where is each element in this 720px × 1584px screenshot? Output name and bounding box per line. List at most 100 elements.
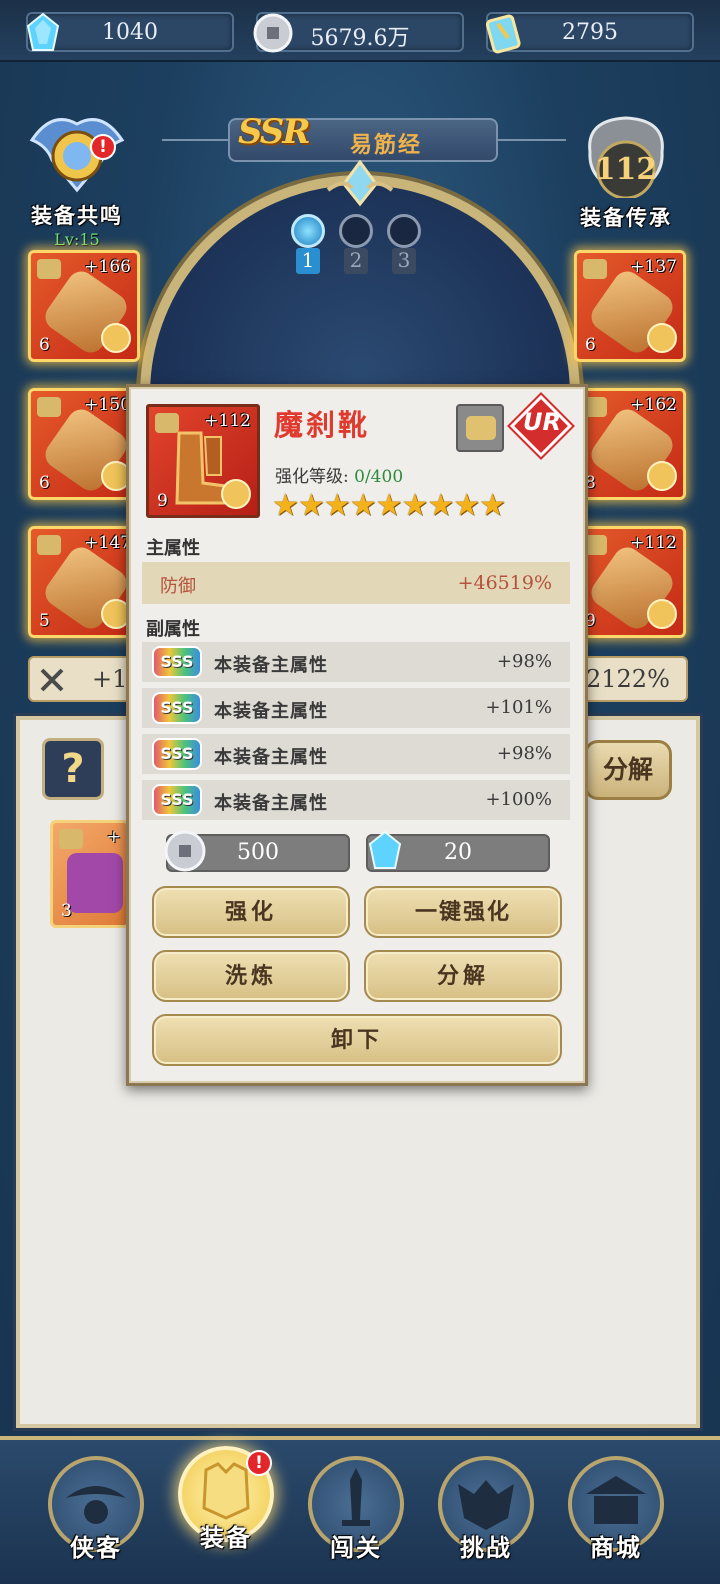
lock-toggle-button[interactable] [456, 404, 504, 452]
swirl-icon [101, 323, 131, 353]
sub-attr-value: +98% [496, 651, 552, 672]
sub-attr-name: 本装备主属性 [214, 793, 328, 814]
sub-attr-row: SSS 本装备主属性 +98% [142, 734, 570, 774]
skill-title: 易筋经 [350, 132, 423, 158]
sss-badge-icon: SSS [152, 738, 202, 770]
sub-attr-value: +100% [485, 789, 552, 810]
equip-star-level: 6 [39, 473, 50, 493]
crystal-counter[interactable]: 1040 [26, 12, 234, 52]
inventory-item-plus: + [106, 827, 121, 847]
equip-slot-armor[interactable]: +162 8 [574, 388, 686, 500]
enhance-level: 强化等级: 0/400 [275, 462, 403, 487]
game-screen: 1040 5679.6万 2795 ! 装备共鸣 Lv:15 112 装备传承 … [0, 0, 720, 1584]
sub-attr-name: 本装备主属性 [214, 655, 328, 676]
rank-badge-text: UR [523, 408, 561, 436]
equip-plus: +162 [630, 395, 677, 415]
inherit-value: 112 [594, 152, 658, 187]
lock-icon [466, 416, 496, 440]
swirl-icon [221, 479, 251, 509]
inventory-item[interactable]: + 3 [50, 820, 130, 928]
swirl-icon [647, 461, 677, 491]
rarity-badge: SSR [238, 112, 311, 152]
sub-attr-row: SSS 本装备主属性 +100% [142, 780, 570, 820]
enhance-button[interactable]: 强化 [152, 886, 350, 938]
scroll-value: 2795 [562, 20, 618, 45]
decompose-button[interactable]: 分解 [364, 950, 562, 1002]
equip-slot-necklace[interactable]: +150 6 [28, 388, 140, 500]
equip-slot-weapon[interactable]: +166 6 [28, 250, 140, 362]
equip-star-level: 6 [585, 335, 596, 355]
attack-stat-value: +1 [92, 665, 128, 693]
slot-tab-1-label: 1 [296, 248, 320, 274]
lock-icon [583, 259, 607, 279]
equip-plus: +166 [84, 257, 131, 277]
crossed-swords-icon [40, 668, 64, 692]
equip-star-level: 5 [39, 611, 50, 631]
sub-attr-name: 本装备主属性 [214, 747, 328, 768]
lock-icon [59, 829, 83, 849]
inherit-label: 装备传承 [580, 205, 672, 230]
equip-slot-bracer[interactable]: +137 6 [574, 250, 686, 362]
nav-heroes-label: 侠客 [70, 1533, 122, 1562]
purple-boots-icon [67, 853, 123, 913]
one-click-enhance-button[interactable]: 一键强化 [364, 886, 562, 938]
sub-attr-title: 副属性 [146, 619, 200, 640]
inventory-item-level: 3 [61, 901, 72, 921]
coin-counter[interactable]: 5679.6万 [253, 12, 464, 53]
main-attr-row: 防御 +46519% [142, 562, 570, 604]
equip-resonance-button[interactable]: ! 装备共鸣 Lv:15 [22, 110, 132, 249]
resonance-emblem-icon [29, 118, 125, 193]
help-button[interactable]: ? [42, 738, 104, 800]
slot-tab-3[interactable] [387, 214, 421, 248]
nav-equipment-label: 装备 [200, 1523, 252, 1552]
sss-badge-icon: SSS [152, 646, 202, 678]
equip-plus: +137 [630, 257, 677, 277]
unequip-button[interactable]: 卸下 [152, 1014, 562, 1066]
equipment-alert-badge: ! [246, 1450, 272, 1476]
coin-icon [164, 830, 206, 872]
star-rating: ★★★★★★★★★ [272, 488, 506, 523]
equip-plus: +150 [84, 395, 131, 415]
slot-tab-1[interactable] [291, 214, 325, 248]
equip-plus: +112 [630, 533, 677, 553]
equip-name: 魔刹靴 [274, 408, 371, 442]
slot-tab-2[interactable] [339, 214, 373, 248]
nav-shop-label: 商城 [590, 1533, 642, 1562]
popup-equip-icon: +112 9 [146, 404, 260, 518]
swirl-icon [647, 323, 677, 353]
nav-stages-label: 闯关 [330, 1533, 382, 1562]
sub-attr-value: +101% [485, 697, 552, 718]
lock-icon [37, 535, 61, 555]
title-ornament-right [486, 139, 566, 141]
sss-badge-icon: SSS [152, 692, 202, 724]
scroll-counter[interactable]: 2795 [485, 12, 694, 54]
popup-equip-level: 9 [157, 491, 168, 511]
enhance-level-value: 0/400 [354, 467, 404, 487]
main-attr-name: 防御 [160, 576, 196, 597]
equip-inherit-button[interactable]: 112 装备传承 [576, 112, 676, 232]
equip-star-level: 6 [39, 335, 50, 355]
crystal-icon [368, 830, 402, 869]
equip-slot-ring[interactable]: +147 5 [28, 526, 140, 638]
swirl-icon [647, 599, 677, 629]
equip-slot-boots[interactable]: +112 9 [574, 526, 686, 638]
resonance-label: 装备共鸣 [31, 203, 123, 228]
slot-tab-3-label: 3 [392, 248, 416, 274]
popup-equip-plus: +112 [204, 411, 251, 431]
main-attr-value: +46519% [457, 572, 552, 594]
coin-value: 5679.6万 [310, 26, 410, 51]
sub-attr-value: +98% [496, 743, 552, 764]
nav-challenge-label: 挑战 [460, 1533, 512, 1562]
sss-badge-icon: SSS [152, 784, 202, 816]
currency-bar: 1040 5679.6万 2795 [0, 0, 720, 62]
enhance-level-label: 强化等级: [275, 467, 349, 487]
refine-button[interactable]: 洗炼 [152, 950, 350, 1002]
sub-attr-row: SSS 本装备主属性 +101% [142, 688, 570, 728]
equip-plus: +147 [84, 533, 131, 553]
resonance-level: Lv:15 [54, 230, 100, 249]
panel-decompose-button[interactable]: 分解 [584, 740, 672, 800]
defense-stat-value: 2122% [586, 665, 670, 693]
lock-icon [37, 259, 61, 279]
arch-crest-icon [326, 160, 394, 207]
sub-attr-name: 本装备主属性 [214, 701, 328, 722]
